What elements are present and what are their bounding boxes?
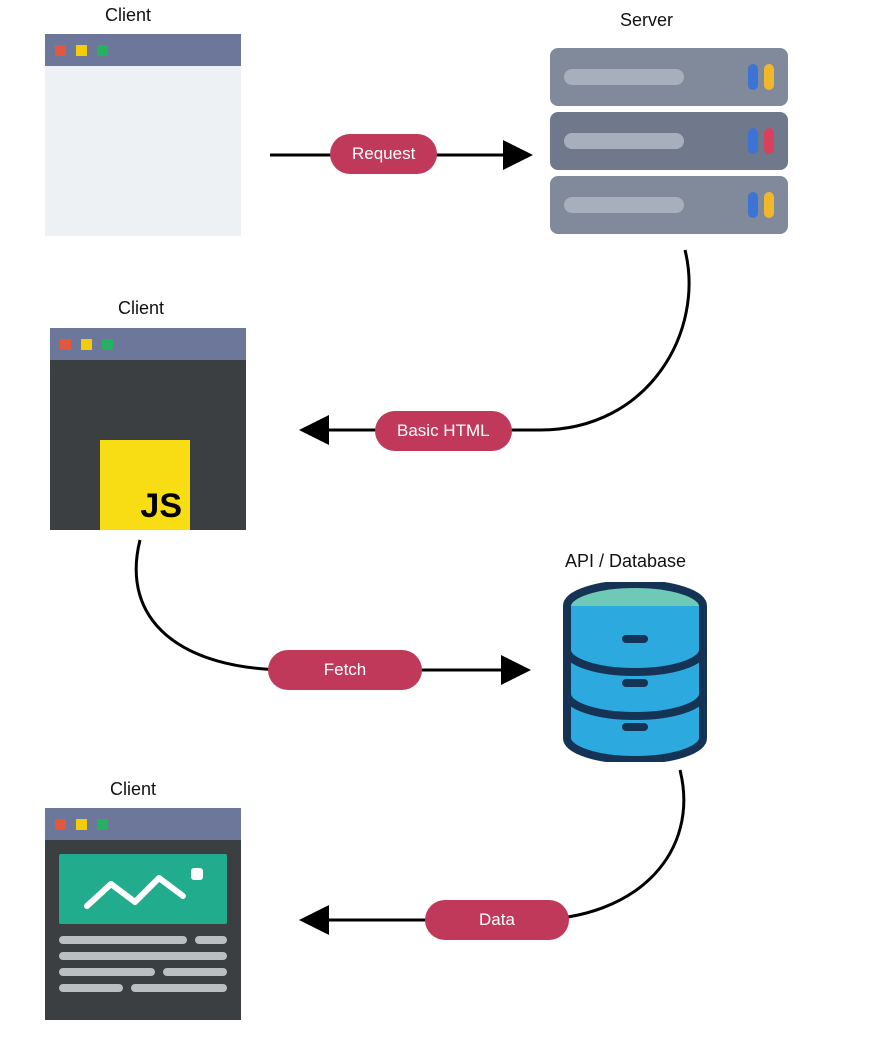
text-skeleton — [59, 936, 227, 952]
server-rack — [550, 112, 788, 170]
led-icon — [764, 128, 774, 154]
window-body: JS — [50, 360, 246, 530]
server-leds — [748, 128, 774, 154]
close-icon — [55, 45, 66, 56]
data-pill: Data — [425, 900, 569, 940]
close-icon — [60, 339, 71, 350]
window-titlebar — [50, 328, 246, 360]
client-label-3: Client — [110, 779, 156, 800]
window-body — [45, 840, 241, 1020]
client-label-2: Client — [118, 298, 164, 319]
text-skeleton — [59, 984, 227, 1000]
client-window-loaded — [45, 808, 241, 1020]
window-body — [45, 66, 241, 236]
window-titlebar — [45, 808, 241, 840]
server-bar-icon — [564, 133, 684, 149]
text-skeleton — [59, 952, 227, 960]
client-window-blank — [45, 34, 241, 236]
server-rack — [550, 48, 788, 106]
maximize-icon — [97, 819, 108, 830]
led-icon — [748, 128, 758, 154]
js-badge-icon: JS — [100, 440, 190, 530]
server-leds — [748, 64, 774, 90]
client-label-1: Client — [105, 5, 151, 26]
text-skeleton — [59, 968, 227, 984]
api-db-label: API / Database — [565, 551, 686, 572]
database-icon — [560, 582, 710, 767]
server-icon — [550, 48, 788, 240]
close-icon — [55, 819, 66, 830]
server-bar-icon — [564, 197, 684, 213]
fetch-pill: Fetch — [268, 650, 422, 690]
server-leds — [748, 192, 774, 218]
led-icon — [748, 192, 758, 218]
request-pill: Request — [330, 134, 437, 174]
led-icon — [764, 64, 774, 90]
led-icon — [748, 64, 758, 90]
maximize-icon — [102, 339, 113, 350]
server-bar-icon — [564, 69, 684, 85]
basic-html-pill: Basic HTML — [375, 411, 512, 451]
minimize-icon — [81, 339, 92, 350]
minimize-icon — [76, 819, 87, 830]
minimize-icon — [76, 45, 87, 56]
maximize-icon — [97, 45, 108, 56]
server-rack — [550, 176, 788, 234]
led-icon — [764, 192, 774, 218]
window-titlebar — [45, 34, 241, 66]
hero-chart-icon — [59, 854, 227, 924]
server-label: Server — [620, 10, 673, 31]
client-window-js: JS — [50, 328, 246, 530]
